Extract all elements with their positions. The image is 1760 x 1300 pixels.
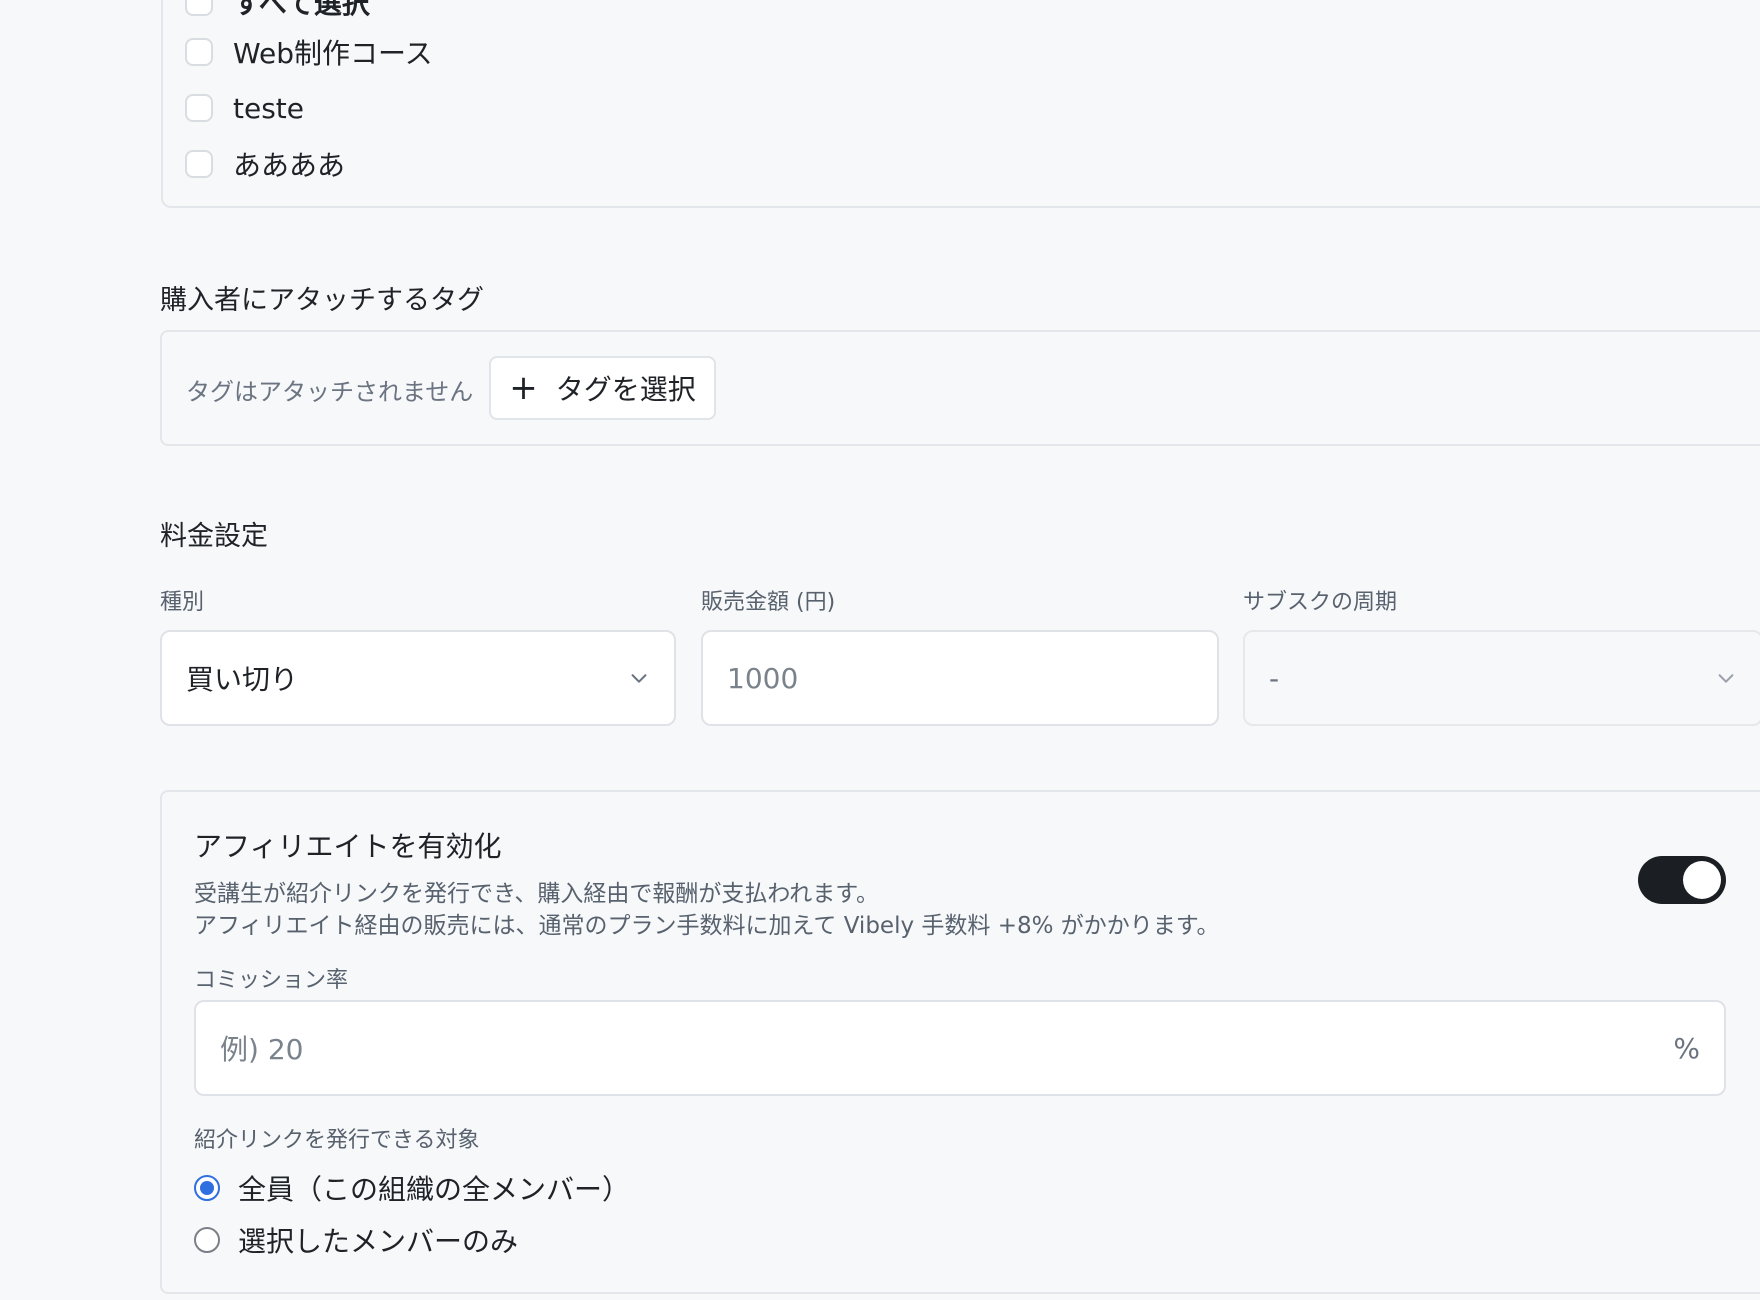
type-value: 買い切り	[186, 663, 299, 696]
select-all-checkbox[interactable]	[185, 0, 213, 16]
price-placeholder: 1000	[727, 661, 799, 695]
radio-label: 全員（この組織の全メンバー）	[238, 1173, 631, 1206]
cycle-label: サブスクの周期	[1243, 590, 1398, 615]
chevron-down-icon	[631, 674, 647, 683]
select-tag-button[interactable]: + タグを選択	[489, 356, 716, 420]
select-tag-label: タグを選択	[555, 373, 696, 406]
radio-button[interactable]	[194, 1227, 220, 1253]
affiliate-title: アフィリエイトを有効化	[194, 830, 502, 863]
course-checkbox[interactable]	[185, 150, 213, 178]
course-label: ああああ	[233, 149, 346, 182]
radio-button[interactable]	[194, 1175, 220, 1201]
plus-icon: +	[509, 368, 538, 408]
target-label: 紹介リンクを発行できる対象	[194, 1128, 480, 1153]
commission-input[interactable]: 例) 20 %	[194, 1000, 1726, 1096]
radio-label: 選択したメンバーのみ	[238, 1225, 519, 1258]
course-item[interactable]: ああああ	[185, 144, 345, 184]
commission-label: コミッション率	[194, 968, 349, 993]
select-all-label: すべて選択	[233, 0, 370, 20]
toggle-knob	[1683, 861, 1721, 899]
cycle-select[interactable]: -	[1243, 630, 1760, 726]
commission-placeholder: 例) 20	[220, 1033, 304, 1066]
pricing-section-title: 料金設定	[160, 521, 268, 552]
cycle-value: -	[1269, 661, 1280, 695]
percent-suffix: %	[1673, 1031, 1700, 1065]
target-option-all[interactable]: 全員（この組織の全メンバー）	[194, 1168, 630, 1208]
tags-section-title: 購入者にアタッチするタグ	[160, 285, 484, 316]
price-input[interactable]: 1000	[701, 630, 1219, 726]
affiliate-description-line1: 受講生が紹介リンクを発行でき、購入経由で報酬が支払われます。	[194, 881, 879, 907]
course-item[interactable]: Web制作コース	[185, 32, 433, 72]
type-select[interactable]: 買い切り	[160, 630, 676, 726]
type-label: 種別	[160, 590, 205, 615]
price-label: 販売金額 (円)	[701, 590, 836, 615]
target-option-selected[interactable]: 選択したメンバーのみ	[194, 1220, 518, 1260]
course-checkbox[interactable]	[185, 38, 213, 66]
affiliate-toggle[interactable]	[1638, 856, 1726, 904]
course-label: teste	[233, 91, 304, 125]
affiliate-description-line2: アフィリエイト経由の販売には、通常のプラン手数料に加えて Vibely 手数料 …	[194, 913, 1220, 939]
course-label: Web制作コース	[233, 37, 433, 70]
chevron-down-icon	[1718, 674, 1734, 683]
tags-empty-text: タグはアタッチされません	[186, 378, 474, 406]
course-item[interactable]: teste	[185, 88, 304, 128]
course-checkbox[interactable]	[185, 94, 213, 122]
select-all-row[interactable]: すべて選択	[185, 0, 370, 22]
